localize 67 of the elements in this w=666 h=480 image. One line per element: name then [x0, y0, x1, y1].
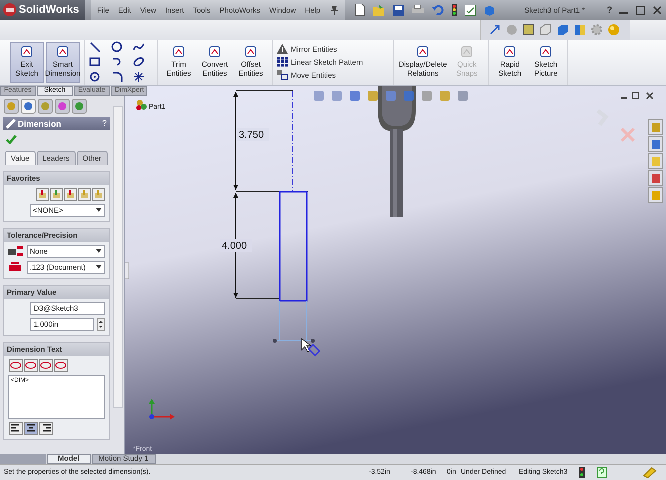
command-icon [20, 44, 34, 59]
move-icon [277, 70, 288, 80]
align-button-icon[interactable] [24, 422, 38, 436]
favorite-action-icon[interactable] [50, 188, 63, 202]
close-icon[interactable] [652, 6, 662, 14]
traffic-light-icon[interactable] [579, 467, 585, 478]
command-icon [416, 44, 430, 59]
save-icon[interactable] [392, 4, 404, 16]
print-icon[interactable] [412, 5, 424, 15]
heads-up-toolbar[interactable] [314, 91, 468, 102]
text-insert-icon[interactable] [9, 359, 23, 372]
favorite-action-icon[interactable] [36, 188, 49, 202]
solid-cube-icon[interactable] [557, 24, 569, 36]
tree-icon [136, 100, 147, 111]
axis-triad-icon [149, 399, 175, 420]
grid-pattern-icon [277, 57, 288, 68]
options-icon[interactable] [464, 4, 476, 16]
window-controls-icon[interactable] [621, 92, 654, 100]
manager-tab-icon[interactable] [21, 99, 36, 114]
mirror-icon [277, 44, 288, 54]
shaded-cube-icon[interactable] [523, 24, 535, 36]
maximize-icon[interactable] [636, 6, 645, 14]
ok-check-icon[interactable] [6, 135, 17, 144]
dropdown-arrow-icon [96, 249, 102, 254]
command-icon [56, 44, 70, 59]
undo-icon[interactable] [432, 5, 444, 15]
help-button[interactable]: ? [607, 5, 613, 15]
wireframe-cube-icon[interactable] [540, 24, 552, 36]
pencil-icon[interactable] [643, 467, 657, 478]
spin-buttons-icon[interactable] [97, 318, 105, 332]
dimension-preview [273, 300, 315, 344]
text-insert-icon[interactable] [24, 359, 38, 372]
manager-tab-icon[interactable] [55, 99, 70, 114]
help-button[interactable]: ? [102, 119, 107, 128]
logo-icon [3, 3, 17, 17]
dropdown-arrow-icon [96, 265, 102, 270]
traffic-light-icon[interactable] [452, 4, 457, 16]
command-icon [208, 44, 222, 59]
dimension-value[interactable]: 4.000 [222, 241, 248, 252]
command-icon [503, 44, 518, 59]
align-button-icon[interactable] [9, 422, 23, 436]
command-icon [244, 44, 258, 59]
pin-icon[interactable] [330, 5, 339, 15]
command-icon [172, 44, 186, 59]
manager-tab-icon[interactable] [72, 99, 87, 114]
sketch-rectangle[interactable] [279, 192, 308, 302]
favorite-action-icon[interactable] [64, 188, 77, 202]
panel-title: Dimension [18, 118, 62, 129]
new-document-icon[interactable] [354, 4, 365, 16]
dimension-icon [6, 118, 16, 129]
dropdown-arrow-icon [96, 208, 102, 214]
command-icon [539, 44, 554, 59]
tolerance-icon [8, 245, 24, 258]
help-icon[interactable] [597, 467, 607, 478]
cursor-icon [302, 338, 321, 358]
task-pane-tab-icon[interactable] [648, 136, 664, 153]
favorite-action-icon[interactable] [78, 188, 91, 202]
task-pane-tab-icon[interactable] [648, 170, 664, 187]
app-name: SolidWorks [19, 4, 80, 16]
text-insert-icon[interactable] [39, 359, 53, 372]
scrollbar[interactable] [113, 106, 123, 408]
align-button-icon[interactable] [39, 422, 53, 436]
command-icon [460, 44, 474, 59]
section-view-icon[interactable] [574, 24, 586, 36]
text-insert-icon[interactable] [54, 359, 68, 372]
favorite-action-icon[interactable] [92, 188, 105, 202]
normal-to-icon[interactable] [489, 24, 501, 36]
